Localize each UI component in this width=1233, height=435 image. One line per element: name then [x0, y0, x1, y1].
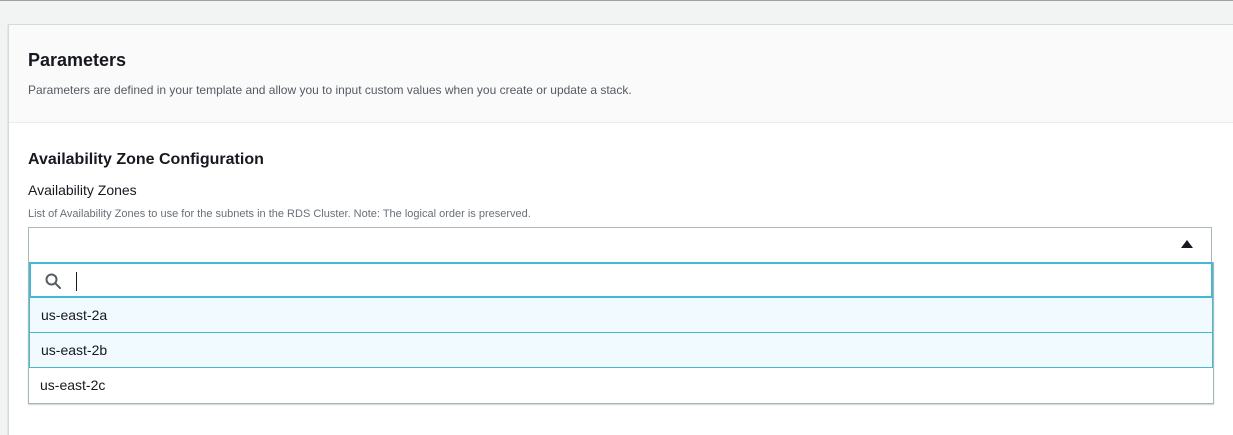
caret-up-icon[interactable] [1181, 240, 1193, 248]
option-label: us-east-2a [41, 307, 108, 323]
page: Parameters Parameters are defined in you… [0, 0, 1233, 435]
availability-zones-dropdown: us-east-2a us-east-2b us-east-2c [28, 262, 1214, 404]
parameters-panel: Parameters Parameters are defined in you… [8, 24, 1233, 435]
option-label: us-east-2b [41, 342, 108, 358]
search-input[interactable] [71, 268, 1191, 292]
option-us-east-2c[interactable]: us-east-2c [29, 368, 1213, 403]
availability-zones-select[interactable] [28, 227, 1212, 264]
search-box[interactable] [29, 262, 1213, 298]
section-title: Availability Zone Configuration [28, 151, 264, 168]
panel-description: Parameters are defined in your template … [28, 83, 632, 97]
top-divider [0, 0, 1233, 1]
option-us-east-2b[interactable]: us-east-2b [29, 333, 1213, 368]
option-us-east-2a[interactable]: us-east-2a [29, 298, 1213, 333]
field-description: List of Availability Zones to use for th… [28, 208, 531, 220]
option-label: us-east-2c [40, 377, 106, 393]
panel-title: Parameters [28, 50, 127, 70]
panel-header: Parameters Parameters are defined in you… [9, 25, 1233, 123]
field-label: Availability Zones [28, 182, 137, 198]
search-icon [45, 273, 61, 289]
text-cursor [76, 272, 77, 291]
